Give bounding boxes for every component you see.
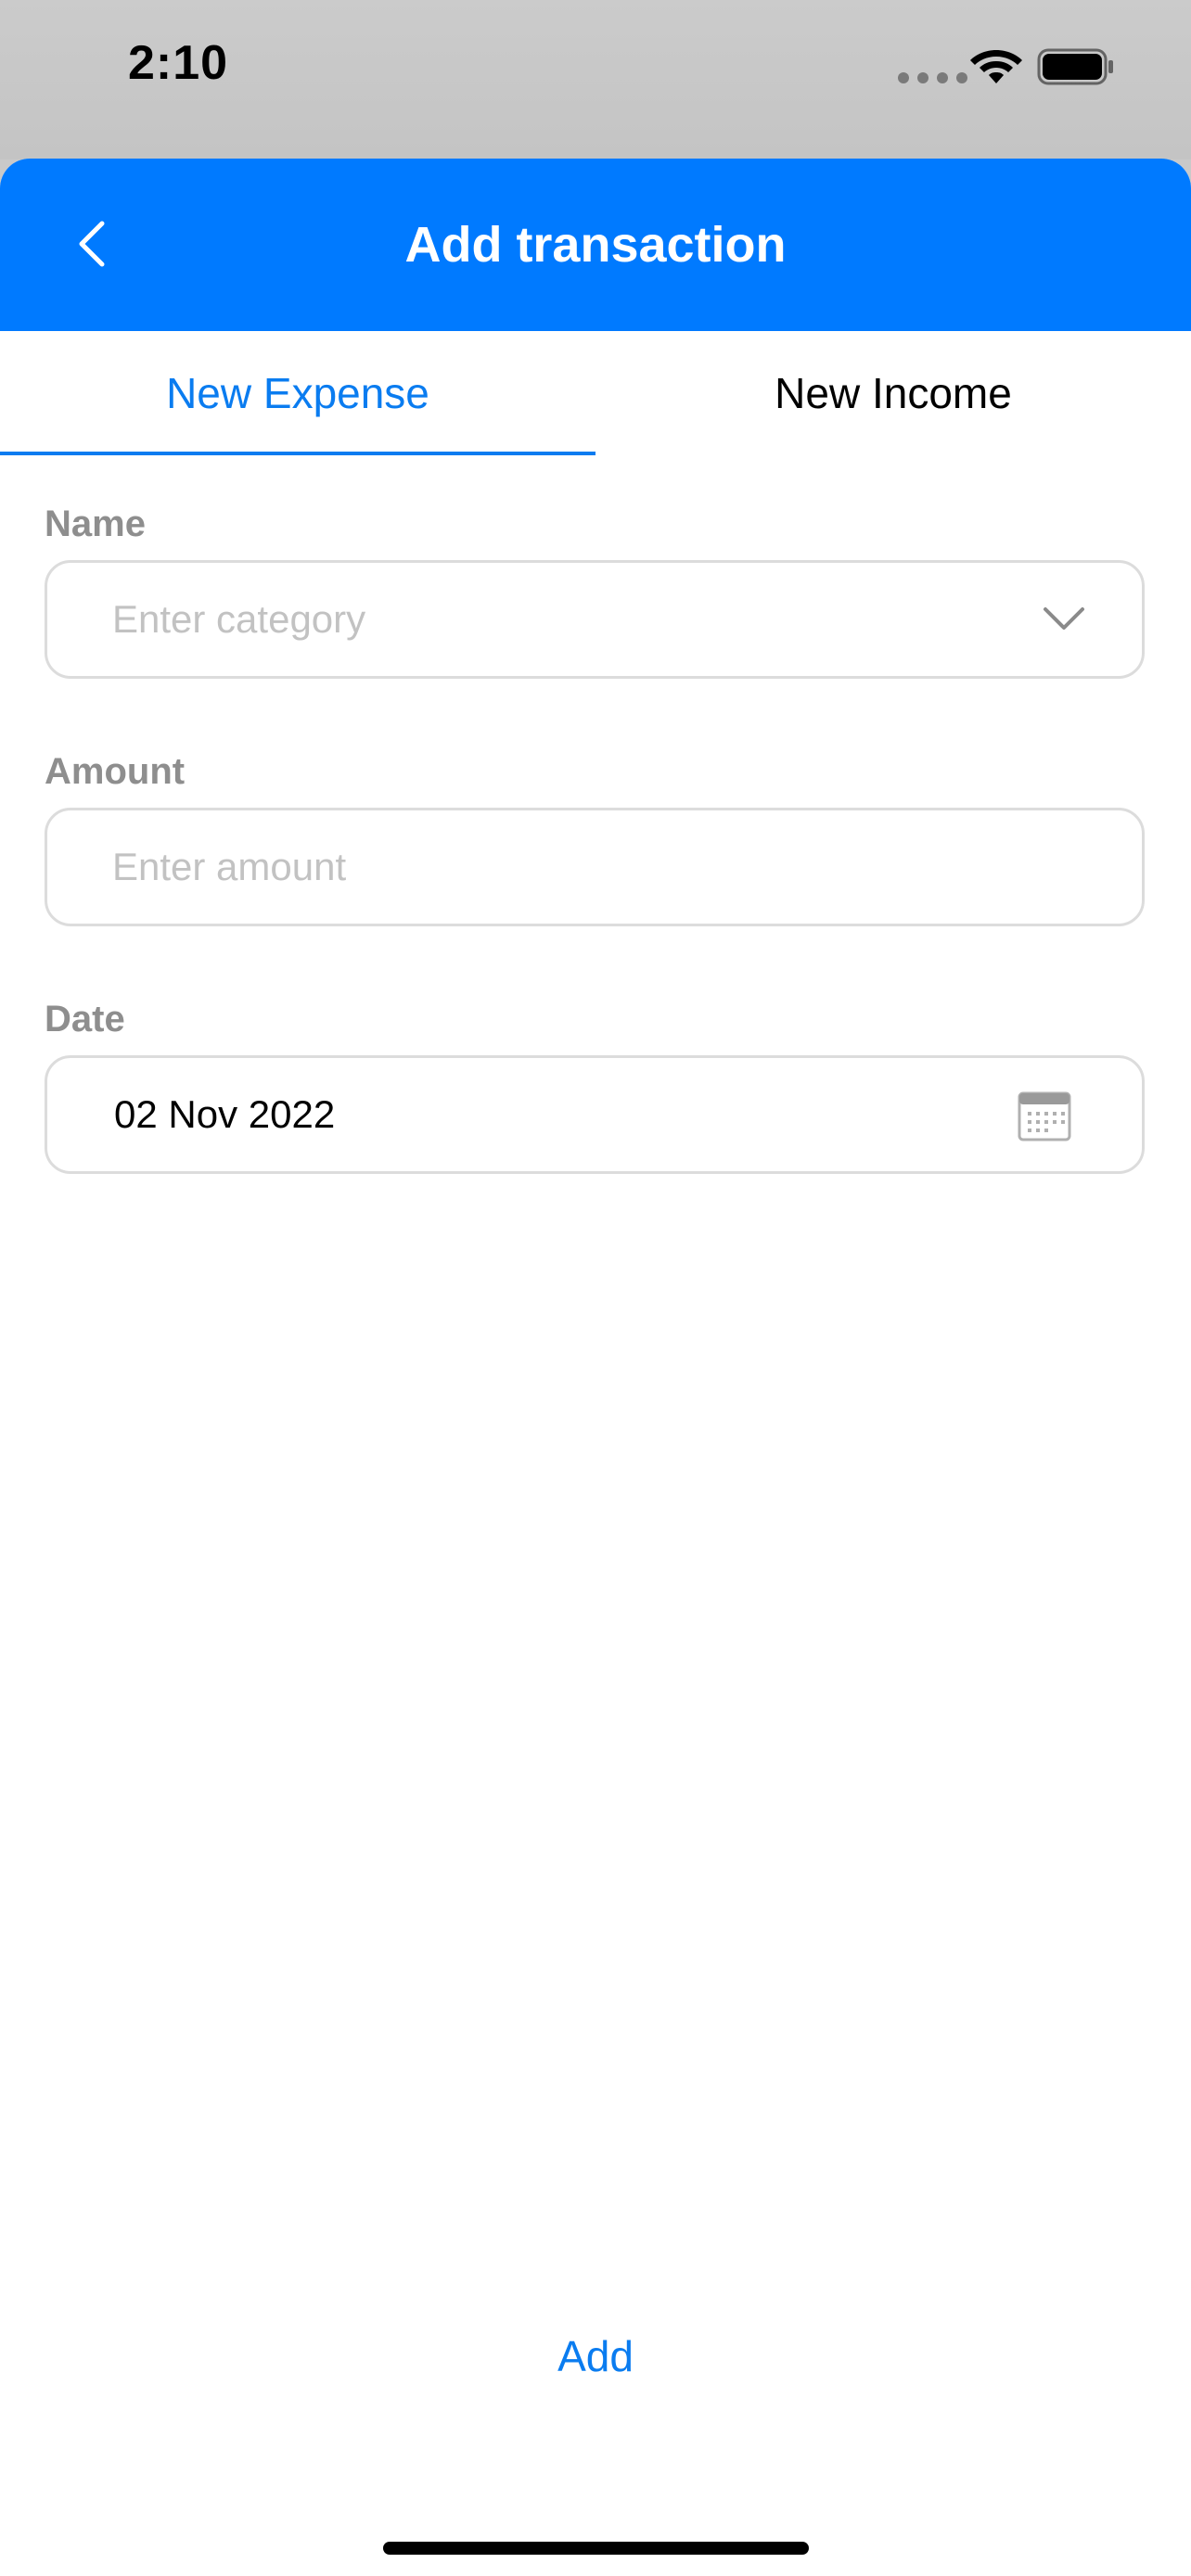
- wifi-icon: [970, 50, 1022, 83]
- tab-new-expense[interactable]: New Expense: [0, 331, 596, 455]
- chevron-down-icon[interactable]: [1042, 604, 1086, 633]
- chevron-left-icon: [79, 221, 105, 267]
- back-button[interactable]: [56, 207, 130, 281]
- date-label: Date: [45, 999, 125, 1039]
- status-time: 2:10: [128, 36, 229, 90]
- amount-input[interactable]: [112, 845, 947, 889]
- date-value: 02 Nov 2022: [114, 1092, 336, 1136]
- status-bar: 2:10: [0, 0, 1191, 159]
- name-label: Name: [45, 504, 146, 544]
- add-button[interactable]: Add: [0, 2310, 1191, 2403]
- calendar-icon[interactable]: [1018, 1091, 1071, 1141]
- add-transaction-sheet: Add transaction New Expense New Income N…: [0, 159, 1191, 2576]
- page-title: Add transaction: [404, 217, 787, 273]
- amount-field[interactable]: [45, 808, 1145, 926]
- tab-new-income[interactable]: New Income: [596, 331, 1191, 455]
- home-indicator[interactable]: [383, 2542, 809, 2555]
- battery-icon: [1037, 48, 1113, 85]
- date-field[interactable]: 02 Nov 2022: [45, 1055, 1145, 1174]
- cellular-signal-icon: [898, 72, 967, 83]
- nav-bar: Add transaction: [0, 159, 1191, 331]
- category-input[interactable]: [112, 597, 947, 642]
- category-select[interactable]: [45, 560, 1145, 679]
- transaction-type-tabs: New Expense New Income: [0, 331, 1191, 455]
- amount-label: Amount: [45, 751, 186, 792]
